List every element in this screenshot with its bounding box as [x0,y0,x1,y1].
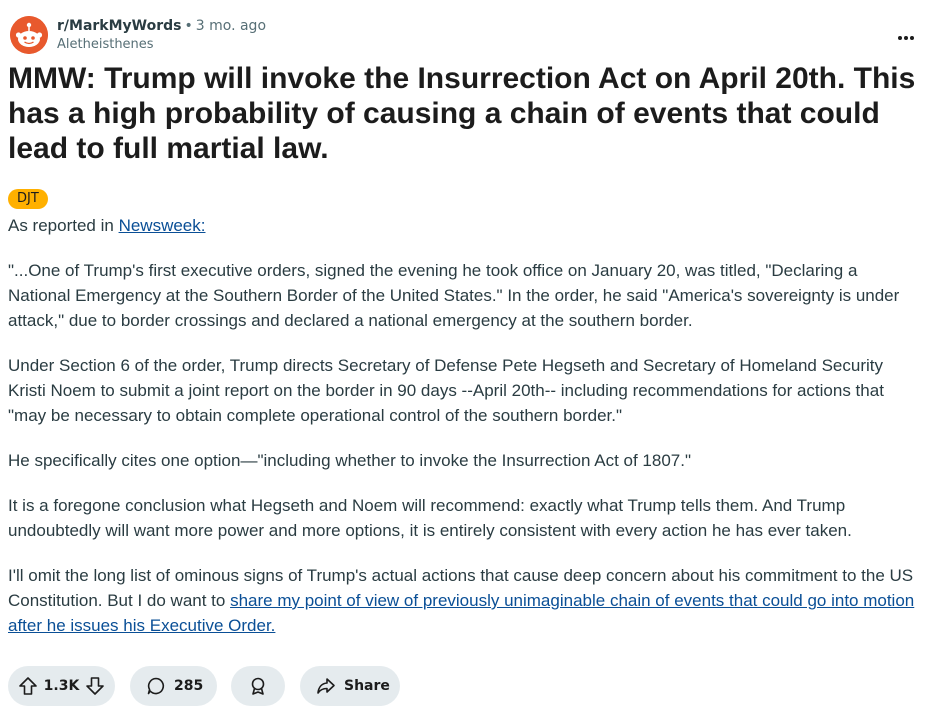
intro-paragraph: As reported in Newsweek: [8,213,924,238]
post-title: MMW: Trump will invoke the Insurrection … [8,62,916,165]
share-label: Share [344,678,390,694]
award-icon [248,676,268,696]
body-paragraph: It is a foregone conclusion what Hegseth… [8,496,852,540]
more-options-icon[interactable] [898,25,918,41]
last-paragraph: I'll omit the long list of ominous signs… [8,563,924,638]
subreddit-name[interactable]: r/MarkMyWords [57,18,182,34]
meta-separator: • [184,18,193,34]
snoo-icon [10,16,48,54]
subreddit-line: r/MarkMyWords • 3 mo. ago [57,17,266,35]
post-flair[interactable]: DJT [8,189,48,209]
post-body: As reported in Newsweek: "...One of Trum… [8,213,924,658]
body-paragraph: He specifically cites one option—"includ… [8,451,692,470]
intro-text: As reported in [8,216,119,235]
body-paragraph: Under Section 6 of the order, Trump dire… [8,356,884,425]
comments-button[interactable]: 285 [130,666,217,706]
body-paragraph: "...One of Trump's first executive order… [8,261,900,330]
post-time: 3 mo. ago [195,18,267,34]
action-bar: 1.3K 285 Share [8,666,608,706]
award-button[interactable] [231,666,285,706]
author-name[interactable]: Aletheisthenes [57,37,154,53]
share-icon [316,676,336,696]
upvote-icon[interactable] [18,676,38,696]
comment-count: 285 [174,678,204,694]
newsweek-link[interactable]: Newsweek: [119,216,206,235]
post-header: r/MarkMyWords • 3 mo. ago Aletheisthenes [10,13,922,57]
comment-icon [146,676,166,696]
vote-count: 1.3K [43,678,80,694]
subreddit-avatar[interactable] [10,16,48,54]
vote-pill: 1.3K [8,666,115,706]
downvote-icon[interactable] [85,676,105,696]
share-button[interactable]: Share [300,666,400,706]
